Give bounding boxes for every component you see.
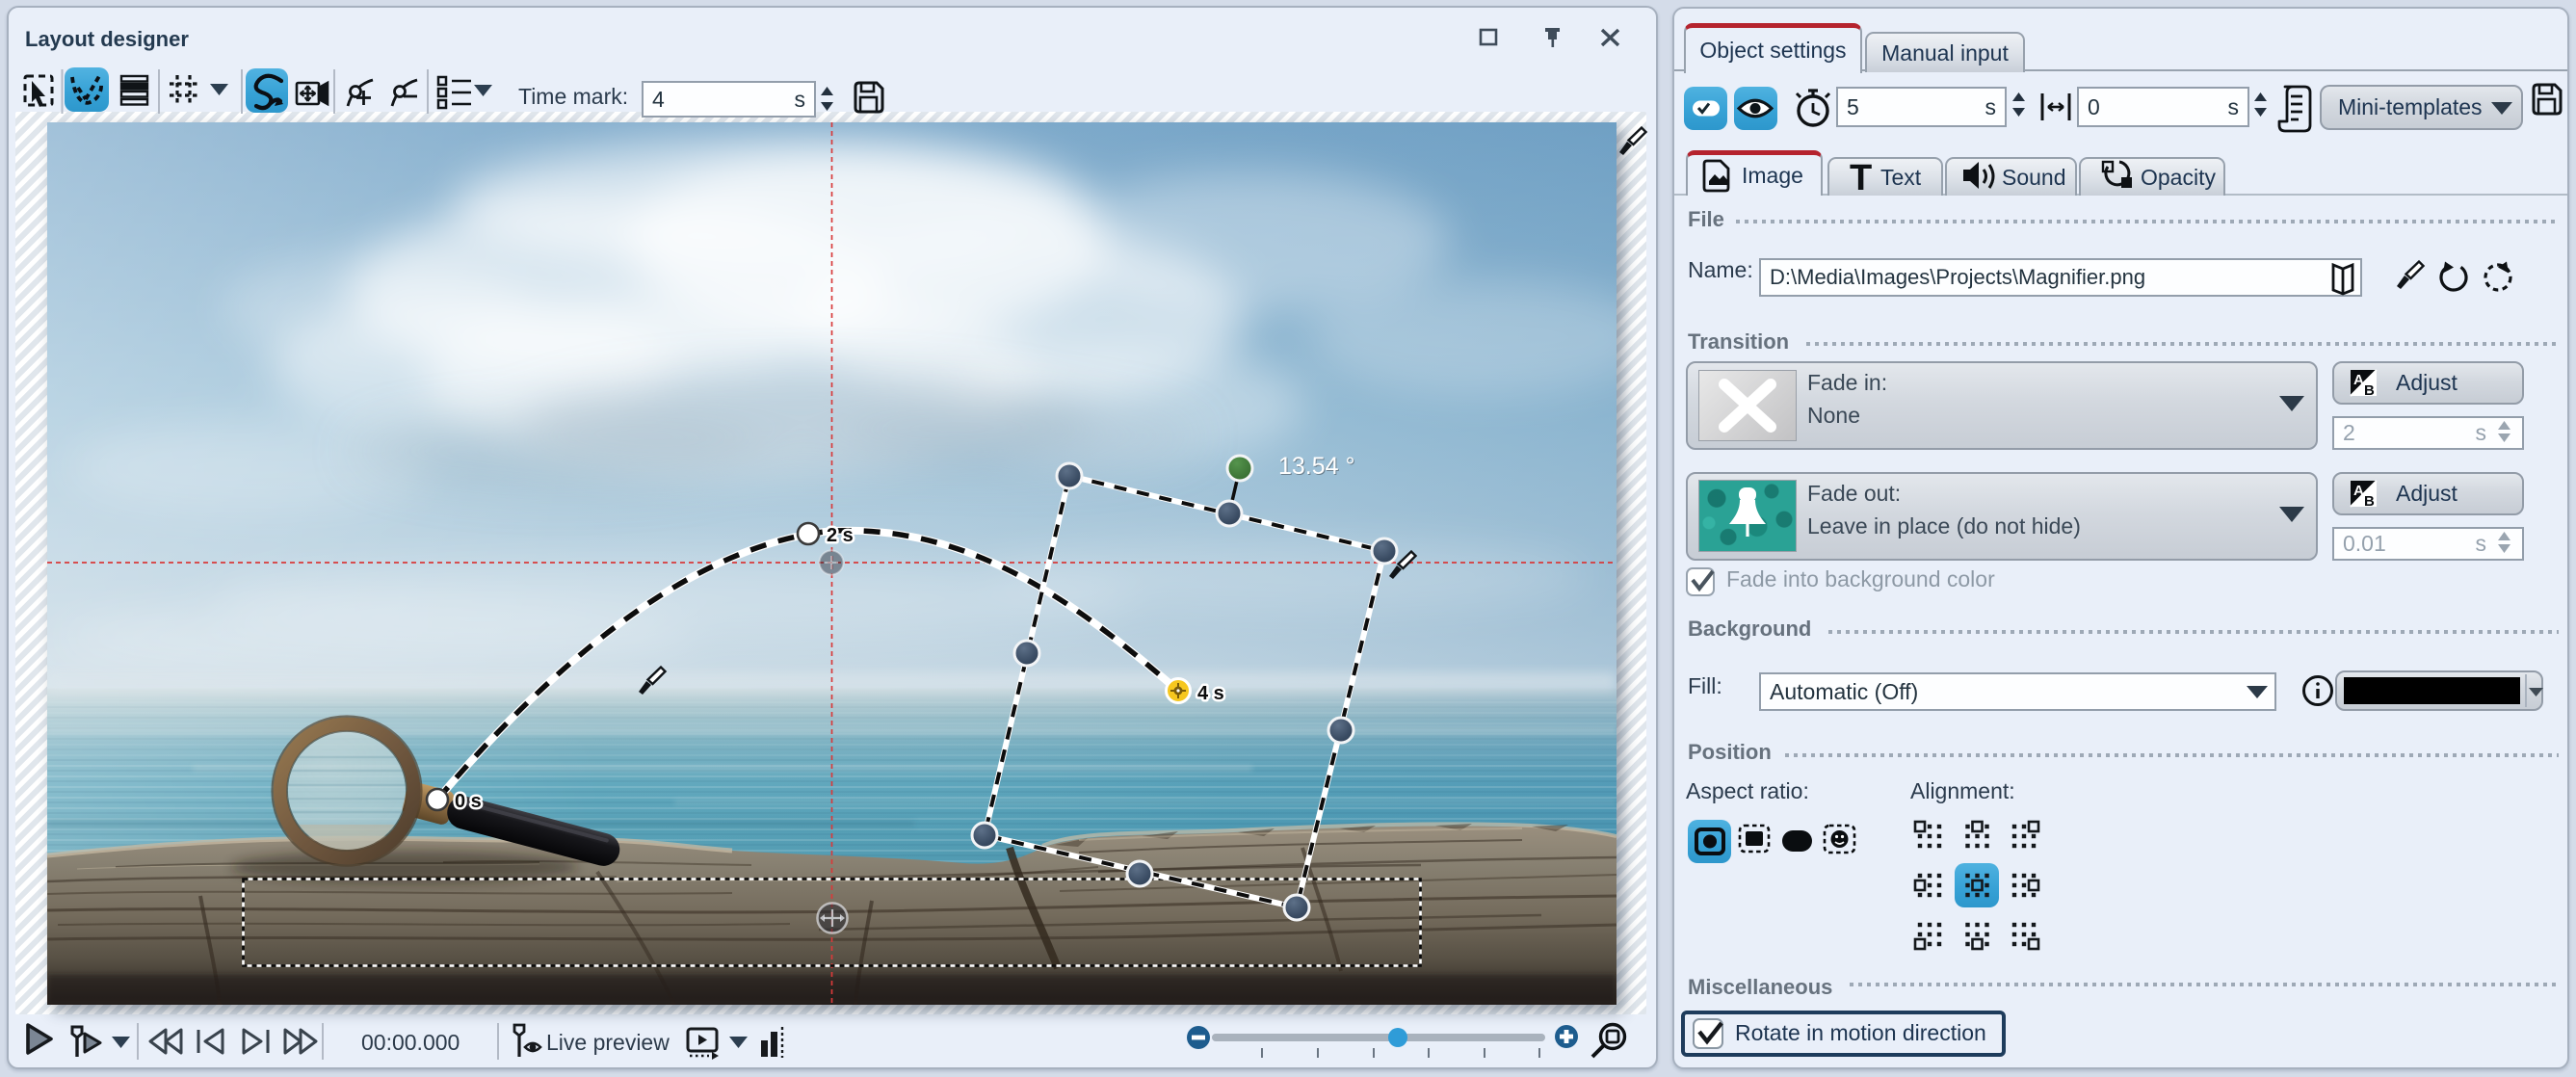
svg-text:A: A xyxy=(2353,372,2364,388)
svg-text:B: B xyxy=(2364,382,2375,399)
svg-text:T: T xyxy=(1850,158,1872,198)
svg-text:A: A xyxy=(2353,483,2364,499)
svg-text:B: B xyxy=(2364,493,2375,510)
